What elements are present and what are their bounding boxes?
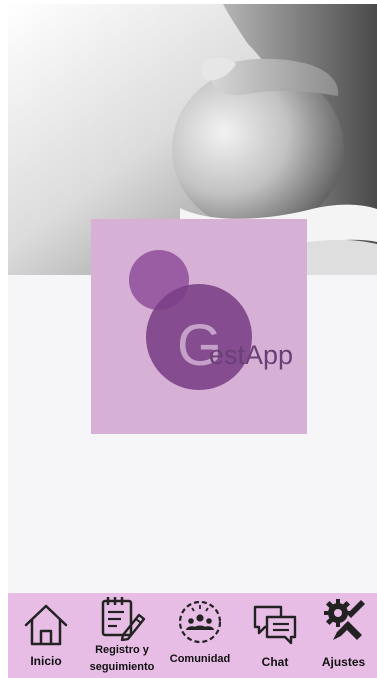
community-icon <box>178 600 222 644</box>
logo-text: estApp <box>209 340 293 370</box>
home-icon <box>24 604 68 646</box>
app-logo: G estApp <box>91 219 307 434</box>
checklist-pencil-icon <box>101 597 146 641</box>
nav-item-chat[interactable]: Chat <box>242 593 308 678</box>
nav-item-comunidad[interactable]: Comunidad <box>164 593 236 678</box>
nav-label-ajustes: Ajustes <box>321 655 366 669</box>
app-screen: G estApp Inicio Registro y seguimiento C… <box>0 0 377 678</box>
nav-label-registro: Registro y seguimiento <box>89 644 155 673</box>
settings-tools-icon <box>323 599 365 640</box>
nav-label-chat: Chat <box>261 655 289 669</box>
chat-bubbles-icon <box>253 605 297 645</box>
nav-item-registro[interactable]: Registro y seguimiento <box>82 593 162 678</box>
nav-item-ajustes[interactable]: Ajustes <box>310 593 377 678</box>
nav-item-inicio[interactable]: Inicio <box>12 593 80 678</box>
nav-label-comunidad: Comunidad <box>169 653 231 665</box>
nav-label-inicio: Inicio <box>30 654 62 668</box>
bottom-nav-bar: Inicio Registro y seguimiento Comunidad … <box>8 593 377 678</box>
